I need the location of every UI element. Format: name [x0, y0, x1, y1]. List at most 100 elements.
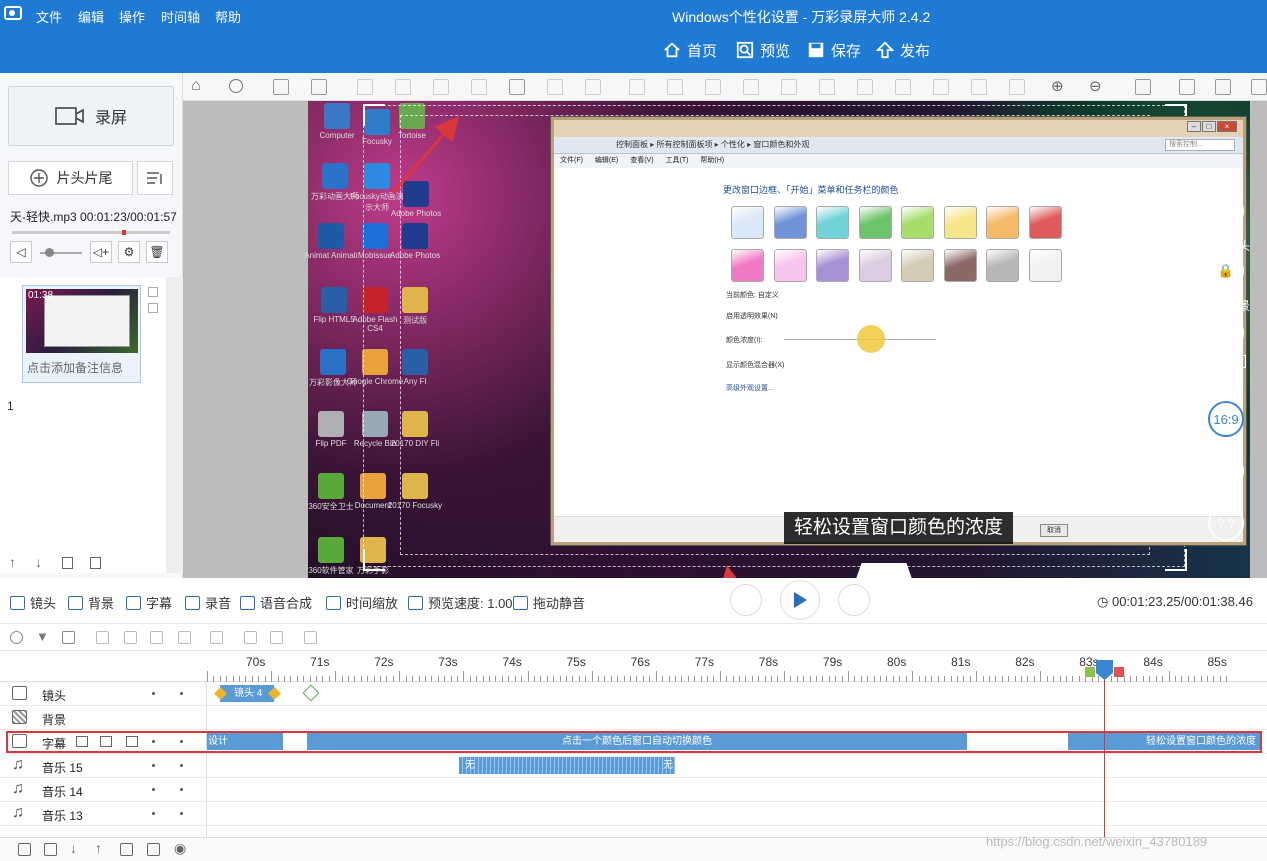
lock-canvas-icon[interactable] — [1135, 79, 1151, 95]
layer-up-icon[interactable] — [273, 79, 289, 95]
menu-help[interactable]: 帮助 — [215, 7, 241, 26]
tts-button[interactable]: 语音合成 — [240, 593, 312, 612]
copy-icon[interactable] — [471, 79, 487, 95]
save-button[interactable]: 保存 — [807, 36, 861, 64]
track-camera[interactable]: 镜头 镜头 4 — [0, 682, 1267, 706]
menu-file[interactable]: 文件 — [36, 7, 62, 26]
delete-icon[interactable] — [547, 79, 563, 95]
ratio-16-9-button[interactable]: 16:9 — [1208, 401, 1244, 437]
flip-v-icon[interactable] — [395, 79, 411, 95]
shift-right-icon[interactable] — [270, 631, 283, 644]
same-width-icon[interactable] — [933, 79, 949, 95]
volume-down-button[interactable]: ◁ — [10, 241, 32, 263]
same-height-icon[interactable] — [971, 79, 987, 95]
move-down-icon[interactable]: ↓ — [35, 554, 42, 570]
align-right-icon[interactable] — [705, 79, 721, 95]
add-background-button[interactable]: 背景 — [68, 593, 114, 612]
scene-note[interactable]: 点击添加备注信息 — [27, 359, 137, 376]
home-button[interactable]: 首页 — [663, 36, 717, 64]
preview-speed-button[interactable]: 预览速度: 1.00 — [408, 593, 513, 612]
align-middle-icon[interactable] — [857, 79, 873, 95]
menu-edit[interactable]: 编辑 — [78, 7, 104, 26]
target-icon[interactable] — [10, 631, 23, 644]
list-settings-button[interactable] — [137, 161, 173, 195]
distribute-icon[interactable] — [178, 631, 191, 644]
align-top-icon[interactable] — [781, 79, 797, 95]
scene-card[interactable]: 01:38 点击添加备注信息 — [22, 285, 141, 383]
home-icon[interactable]: ⌂ — [191, 77, 201, 95]
add-keyframe-icon[interactable] — [302, 684, 320, 702]
delete-scene-icon[interactable] — [148, 303, 158, 313]
shift-left-icon[interactable] — [244, 631, 257, 644]
intro-outro-button[interactable]: 片头片尾 — [8, 161, 133, 195]
menu-operation[interactable]: 操作 — [119, 7, 145, 26]
clear-icon[interactable] — [62, 631, 75, 644]
split-icon[interactable] — [210, 631, 223, 644]
publish-button[interactable]: 发布 — [876, 36, 930, 64]
same-size-icon[interactable] — [1009, 79, 1025, 95]
trash-icon[interactable] — [90, 557, 101, 569]
move-down-icon[interactable]: ↓ — [70, 840, 77, 856]
track-visibility-dot[interactable] — [152, 692, 155, 695]
track-music-13[interactable]: ♫ 音乐 13 — [0, 802, 1267, 826]
record-screen-button[interactable]: 录屏 — [8, 86, 174, 146]
track-visibility-dot[interactable] — [152, 764, 155, 767]
volume-up-button[interactable]: ◁+ — [90, 241, 112, 263]
timeline-ruler[interactable]: 70s 71s 72s 73s 74s 75s 76s 77s 78s 79s 80s 81s 82s 8… — [0, 651, 1267, 682]
zoom-in-icon[interactable]: ⊕ — [1051, 77, 1064, 95]
align-end-icon[interactable] — [124, 631, 137, 644]
track-lock-dot[interactable] — [180, 692, 183, 695]
add-camera-button[interactable]: 镜头 — [10, 593, 56, 612]
move-up-icon[interactable]: ↑ — [95, 840, 102, 856]
ratio-4-3-button[interactable]: 4:3 — [1208, 453, 1244, 489]
copy-canvas-icon[interactable] — [1179, 79, 1195, 95]
expand-icon[interactable] — [1251, 79, 1267, 95]
flip-h-icon[interactable] — [357, 79, 373, 95]
same-duration-icon[interactable] — [150, 631, 163, 644]
folder-icon[interactable] — [44, 843, 57, 856]
more-icon[interactable] — [229, 79, 243, 93]
music-delete-button[interactable]: 🗑 — [146, 241, 168, 263]
duplicate-icon[interactable] — [62, 557, 73, 569]
music-segment[interactable]: 无 无 — [459, 757, 675, 774]
track-visibility-dot[interactable] — [152, 788, 155, 791]
layer-down-icon[interactable] — [311, 79, 327, 95]
track-lock-dot[interactable] — [180, 788, 183, 791]
menu-timeline[interactable]: 时间轴 — [161, 7, 200, 26]
camera-segment[interactable]: 镜头 4 — [220, 685, 274, 702]
lock-scene-button[interactable]: 🔒 — [1208, 253, 1244, 289]
copy-scene-icon[interactable] — [148, 287, 158, 297]
music-progress-bar[interactable] — [12, 230, 170, 235]
track-lock-dot[interactable] — [180, 764, 183, 767]
move-up-icon[interactable]: ↑ — [9, 554, 16, 570]
add-track-icon[interactable] — [18, 843, 31, 856]
lock-icon[interactable] — [433, 79, 449, 95]
track-music-15[interactable]: ♫ 音乐 15 无 无 — [0, 754, 1267, 778]
rotate-dial[interactable]: ⊢ — [1208, 315, 1244, 351]
fullscreen-camera-button[interactable]: ⤢ — [1208, 193, 1244, 229]
prev-frame-button[interactable] — [730, 584, 762, 616]
volume-knob[interactable] — [45, 248, 54, 257]
track-music-14[interactable]: ♫ 音乐 14 — [0, 778, 1267, 802]
ratio-custom-button[interactable]: ?:? — [1208, 505, 1244, 541]
properties-icon[interactable] — [304, 631, 317, 644]
lock-icon[interactable] — [147, 843, 160, 856]
paste-icon[interactable] — [509, 79, 525, 95]
trash-icon[interactable] — [120, 843, 133, 856]
play-button[interactable] — [780, 580, 820, 620]
align-center-icon[interactable] — [667, 79, 683, 95]
drag-mute-toggle[interactable]: 拖动静音 — [513, 593, 585, 612]
distribute-h-icon[interactable] — [743, 79, 759, 95]
record-audio-button[interactable]: 录音 — [185, 593, 231, 612]
scene-list-scrollbar[interactable] — [166, 277, 183, 573]
track-lock-dot[interactable] — [180, 812, 183, 815]
filter-icon[interactable]: ▼ — [36, 629, 49, 644]
eye-icon[interactable]: ◉ — [174, 840, 186, 857]
rotate-value[interactable]: 0.0 — [1206, 355, 1246, 368]
preview-button[interactable]: 预览 — [736, 36, 790, 64]
track-background[interactable]: 背景 — [0, 706, 1267, 730]
align-left-icon[interactable] — [629, 79, 645, 95]
editing-canvas[interactable]: Computer Focusky Tortoise 万彩动画大师 Focusky… — [183, 101, 1267, 579]
time-scale-button[interactable]: 时间缩放 — [326, 593, 398, 612]
align-start-icon[interactable] — [96, 631, 109, 644]
